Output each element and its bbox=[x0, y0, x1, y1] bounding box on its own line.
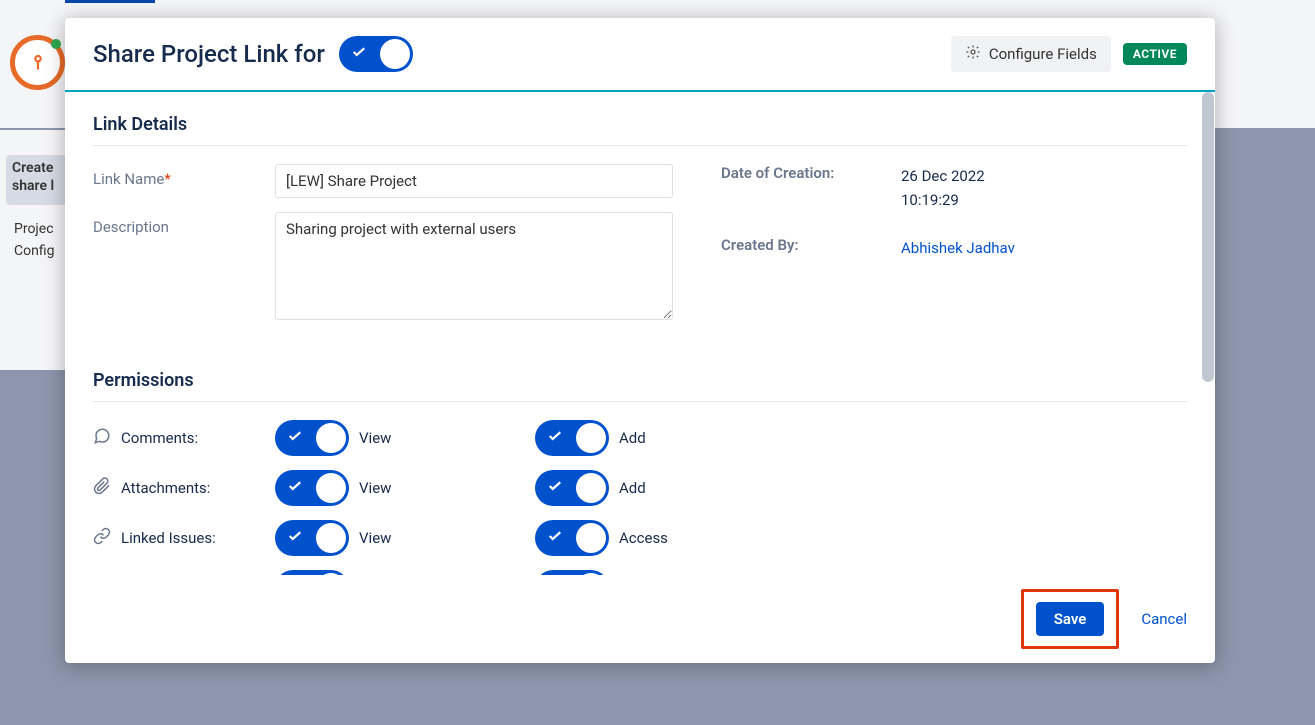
perm-label-text: Attachments: bbox=[121, 479, 210, 497]
perm-toggle-linked-col2[interactable] bbox=[535, 520, 609, 556]
createdby-value[interactable]: Abhishek Jadhav bbox=[901, 239, 1015, 257]
gear-icon bbox=[965, 44, 981, 64]
date-label: Date of Creation: bbox=[721, 164, 901, 212]
perm-toggle-attachments-view[interactable] bbox=[275, 470, 349, 506]
status-badge: ACTIVE bbox=[1123, 43, 1187, 65]
save-button[interactable]: Save bbox=[1036, 602, 1105, 636]
configure-fields-button[interactable]: Configure Fields bbox=[951, 36, 1111, 72]
perm-toggle-linked-view[interactable] bbox=[275, 520, 349, 556]
sidebar-item-projects[interactable]: Projec Config bbox=[14, 218, 54, 263]
perm-row-linked: Linked Issues: View Access bbox=[93, 520, 1187, 556]
perm-row-comments: Comments: View Add bbox=[93, 420, 1187, 456]
perm-label: Attachments: bbox=[93, 477, 275, 499]
perm-cell-label: Add bbox=[619, 479, 646, 497]
link-name-label: Link Name* bbox=[93, 164, 275, 188]
perm-toggle-attachments-col2[interactable] bbox=[535, 470, 609, 506]
perm-toggle-comments-view[interactable] bbox=[275, 420, 349, 456]
comments-icon bbox=[93, 427, 111, 449]
modal-header: Share Project Link for Configure Fields … bbox=[65, 18, 1215, 92]
modal-body: Link Details Link Name* Description Shar… bbox=[65, 92, 1215, 575]
perm-cell-label: View bbox=[359, 479, 391, 497]
perm-toggle-comments-col2[interactable] bbox=[535, 420, 609, 456]
createdby-label: Created By: bbox=[721, 236, 901, 260]
perm-cell-label: Access bbox=[619, 529, 668, 547]
perm-toggle-subtasks-view[interactable] bbox=[275, 570, 349, 575]
configure-fields-label: Configure Fields bbox=[989, 45, 1097, 63]
section-link-details: Link Details bbox=[93, 114, 1187, 146]
perm-label: Comments: bbox=[93, 427, 275, 449]
section-permissions: Permissions bbox=[93, 370, 1187, 402]
link-name-input[interactable] bbox=[275, 164, 673, 198]
perm-toggle-subtasks-col2[interactable] bbox=[535, 570, 609, 575]
scrollbar-track[interactable] bbox=[1201, 92, 1215, 575]
perm-cell-label: Add bbox=[619, 429, 646, 447]
share-project-modal: Share Project Link for Configure Fields … bbox=[65, 18, 1215, 663]
check-icon bbox=[350, 43, 368, 65]
scrollbar-thumb[interactable] bbox=[1202, 92, 1214, 382]
sidebar-item-create[interactable]: Create share l bbox=[6, 155, 66, 205]
save-highlight-box: Save bbox=[1021, 589, 1120, 649]
date-value: 26 Dec 2022 10:19:29 bbox=[901, 164, 985, 212]
perm-row-subtasks: Sub Tasks:ViewAccess bbox=[93, 570, 1187, 575]
tab-indicator bbox=[65, 0, 155, 3]
perm-cell-label: View bbox=[359, 529, 391, 547]
linked-icon bbox=[93, 527, 111, 549]
app-logo bbox=[10, 35, 65, 90]
description-input[interactable]: Sharing project with external users bbox=[275, 212, 673, 320]
modal-title-text: Share Project Link for bbox=[93, 40, 325, 68]
description-label: Description bbox=[93, 212, 275, 236]
perm-label: Linked Issues: bbox=[93, 527, 275, 549]
perm-label-text: Linked Issues: bbox=[121, 529, 216, 547]
modal-footer: Save Cancel bbox=[65, 575, 1215, 663]
cancel-button[interactable]: Cancel bbox=[1141, 610, 1187, 628]
header-active-toggle[interactable] bbox=[339, 36, 413, 72]
attachments-icon bbox=[93, 477, 111, 499]
modal-title: Share Project Link for bbox=[93, 36, 413, 72]
perm-row-attachments: Attachments: View Add bbox=[93, 470, 1187, 506]
perm-label-text: Comments: bbox=[121, 429, 198, 447]
perm-cell-label: View bbox=[359, 429, 391, 447]
